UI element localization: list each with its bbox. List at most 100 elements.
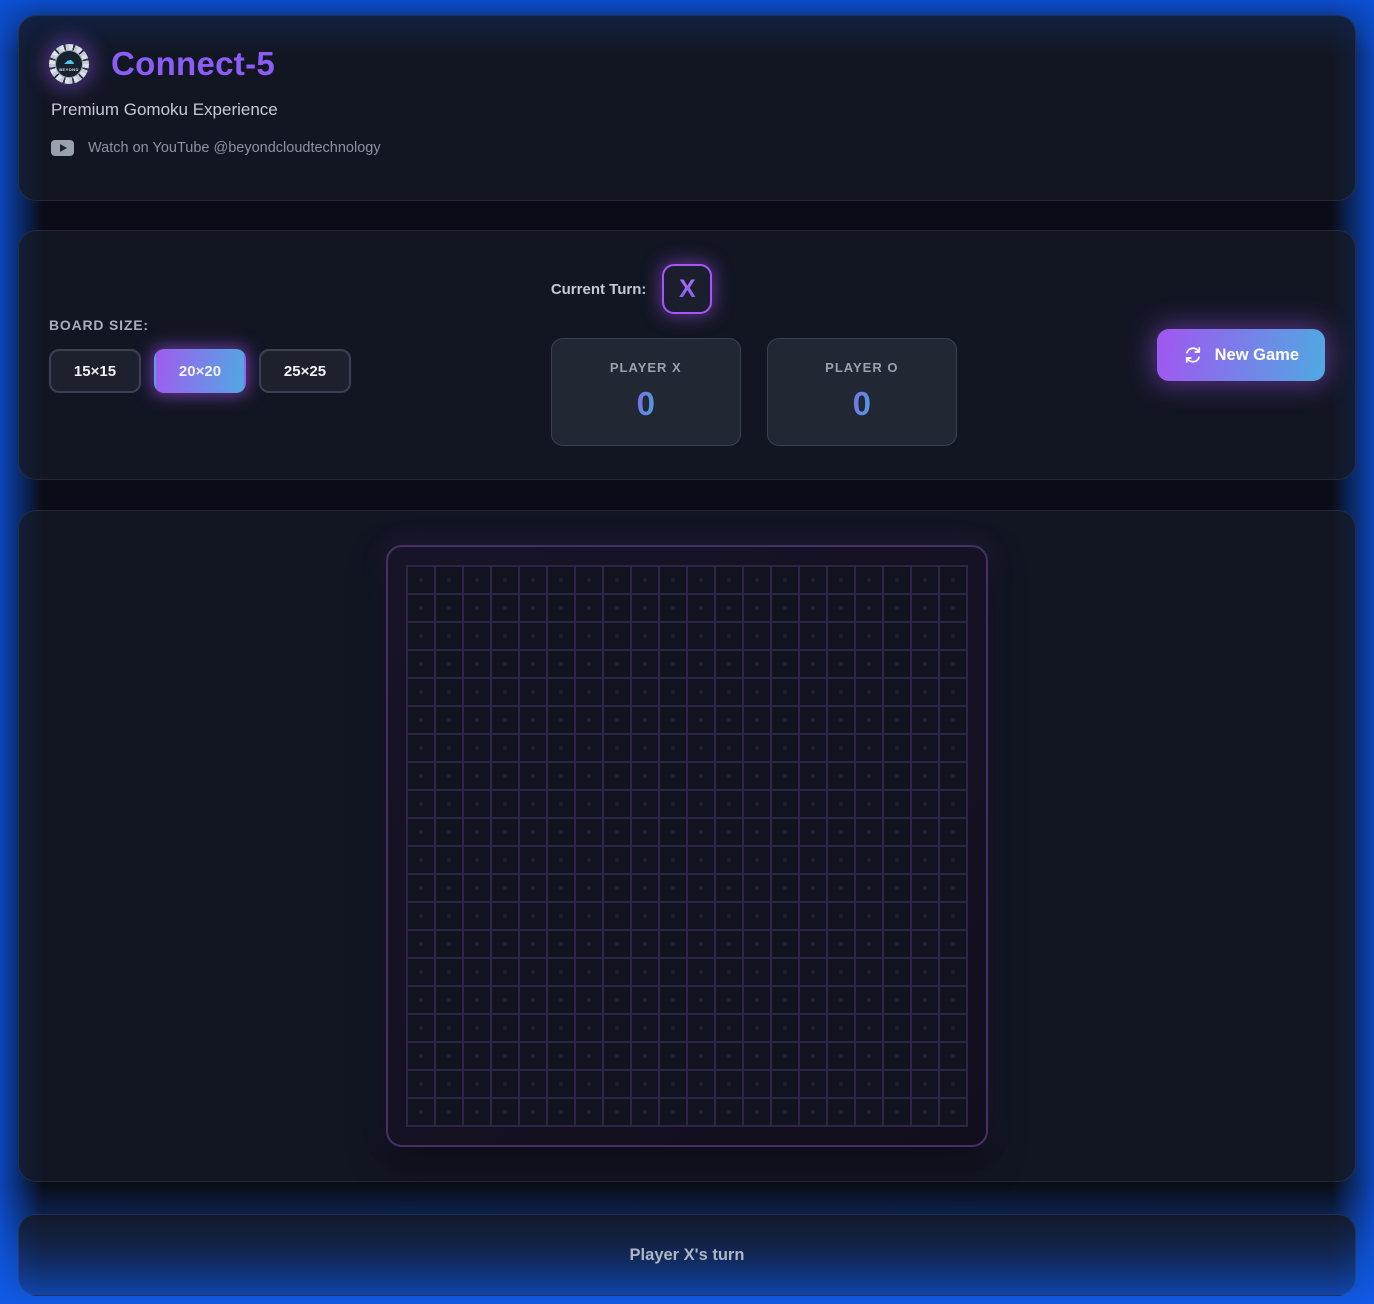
board-cell[interactable] — [520, 763, 546, 789]
board-cell[interactable] — [856, 763, 882, 789]
board-cell[interactable] — [912, 791, 938, 817]
board-cell[interactable] — [772, 959, 798, 985]
board-cell[interactable] — [464, 1015, 490, 1041]
board-cell[interactable] — [800, 959, 826, 985]
board-cell[interactable] — [828, 847, 854, 873]
board-cell[interactable] — [940, 819, 966, 845]
board-cell[interactable] — [408, 679, 434, 705]
board-cell[interactable] — [548, 735, 574, 761]
board-cell[interactable] — [800, 847, 826, 873]
board-cell[interactable] — [436, 847, 462, 873]
board-cell[interactable] — [744, 707, 770, 733]
board-cell[interactable] — [408, 847, 434, 873]
board-cell[interactable] — [660, 847, 686, 873]
board-cell[interactable] — [688, 791, 714, 817]
board-cell[interactable] — [604, 595, 630, 621]
board-cell[interactable] — [744, 847, 770, 873]
board-cell[interactable] — [548, 679, 574, 705]
board-cell[interactable] — [912, 875, 938, 901]
new-game-button[interactable]: New Game — [1157, 329, 1325, 381]
board-cell[interactable] — [436, 875, 462, 901]
board-cell[interactable] — [604, 1015, 630, 1041]
board-cell[interactable] — [408, 875, 434, 901]
board-cell[interactable] — [492, 875, 518, 901]
board-cell[interactable] — [688, 959, 714, 985]
board-cell[interactable] — [520, 987, 546, 1013]
board-cell[interactable] — [716, 679, 742, 705]
board-cell[interactable] — [604, 735, 630, 761]
board-cell[interactable] — [548, 1099, 574, 1125]
board-cell[interactable] — [604, 651, 630, 677]
board-cell[interactable] — [772, 875, 798, 901]
board-cell[interactable] — [744, 987, 770, 1013]
board-cell[interactable] — [744, 735, 770, 761]
board-cell[interactable] — [744, 931, 770, 957]
board-cell[interactable] — [688, 1099, 714, 1125]
board-cell[interactable] — [912, 679, 938, 705]
board-cell[interactable] — [716, 623, 742, 649]
board-cell[interactable] — [520, 623, 546, 649]
board-cell[interactable] — [436, 651, 462, 677]
board-cell[interactable] — [408, 707, 434, 733]
board-cell[interactable] — [576, 707, 602, 733]
board-cell[interactable] — [940, 959, 966, 985]
board-cell[interactable] — [492, 735, 518, 761]
board-cell[interactable] — [632, 931, 658, 957]
board-cell[interactable] — [884, 987, 910, 1013]
board-cell[interactable] — [464, 791, 490, 817]
board-cell[interactable] — [464, 819, 490, 845]
board-cell[interactable] — [408, 595, 434, 621]
board-cell[interactable] — [408, 651, 434, 677]
board-cell[interactable] — [436, 1043, 462, 1069]
board-cell[interactable] — [912, 819, 938, 845]
board-cell[interactable] — [688, 875, 714, 901]
board-cell[interactable] — [688, 567, 714, 593]
board-cell[interactable] — [576, 595, 602, 621]
board-cell[interactable] — [800, 791, 826, 817]
board-cell[interactable] — [828, 651, 854, 677]
board-cell[interactable] — [408, 959, 434, 985]
board-cell[interactable] — [660, 1043, 686, 1069]
board-cell[interactable] — [940, 595, 966, 621]
board-cell[interactable] — [492, 987, 518, 1013]
board-cell[interactable] — [940, 623, 966, 649]
board-cell[interactable] — [940, 1043, 966, 1069]
board-cell[interactable] — [884, 651, 910, 677]
board-cell[interactable] — [520, 931, 546, 957]
board-cell[interactable] — [492, 903, 518, 929]
board-cell[interactable] — [604, 875, 630, 901]
board-cell[interactable] — [632, 819, 658, 845]
board-cell[interactable] — [576, 819, 602, 845]
board-cell[interactable] — [912, 623, 938, 649]
board-cell[interactable] — [576, 903, 602, 929]
board-cell[interactable] — [464, 931, 490, 957]
board-cell[interactable] — [884, 735, 910, 761]
board-cell[interactable] — [688, 987, 714, 1013]
board-cell[interactable] — [716, 1071, 742, 1097]
board-cell[interactable] — [940, 735, 966, 761]
board-cell[interactable] — [940, 903, 966, 929]
board-cell[interactable] — [660, 1071, 686, 1097]
board-cell[interactable] — [660, 1099, 686, 1125]
board-cell[interactable] — [772, 1071, 798, 1097]
board-cell[interactable] — [772, 987, 798, 1013]
board-cell[interactable] — [828, 679, 854, 705]
board-cell[interactable] — [912, 987, 938, 1013]
board-cell[interactable] — [520, 679, 546, 705]
board-cell[interactable] — [940, 1099, 966, 1125]
board-cell[interactable] — [632, 1015, 658, 1041]
board-cell[interactable] — [884, 1015, 910, 1041]
board-cell[interactable] — [492, 1099, 518, 1125]
board-cell[interactable] — [716, 567, 742, 593]
board-cell[interactable] — [716, 595, 742, 621]
board-cell[interactable] — [436, 707, 462, 733]
board-cell[interactable] — [464, 1043, 490, 1069]
board-cell[interactable] — [772, 1043, 798, 1069]
board-cell[interactable] — [744, 595, 770, 621]
board-cell[interactable] — [856, 651, 882, 677]
board-cell[interactable] — [716, 903, 742, 929]
board-cell[interactable] — [912, 1015, 938, 1041]
board-cell[interactable] — [884, 595, 910, 621]
board-cell[interactable] — [912, 735, 938, 761]
board-cell[interactable] — [884, 903, 910, 929]
